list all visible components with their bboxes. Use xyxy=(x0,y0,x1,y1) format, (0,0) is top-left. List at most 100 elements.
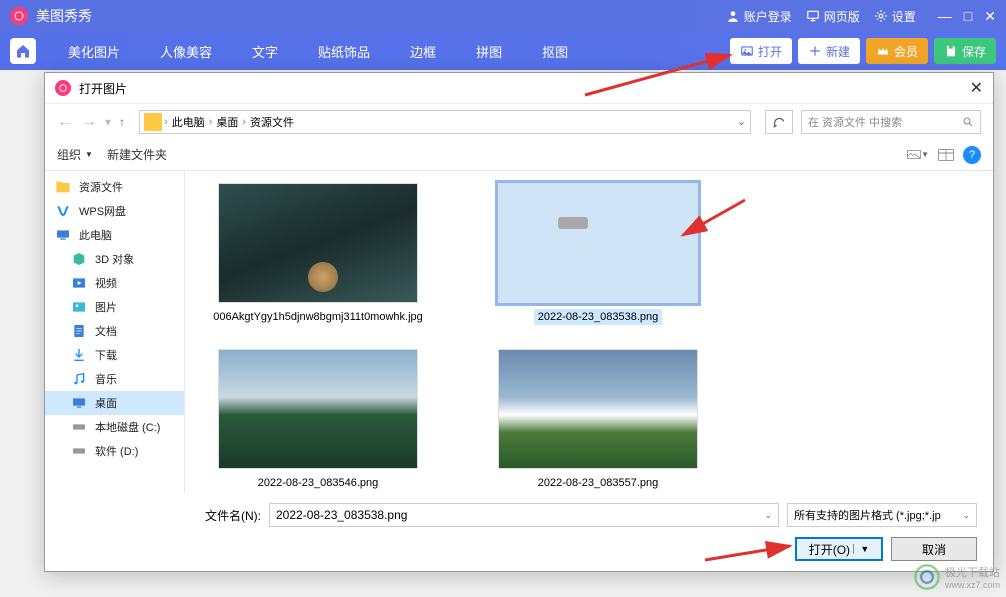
save-icon xyxy=(944,44,958,58)
sidebar-item-label: 下载 xyxy=(95,347,117,363)
image-icon xyxy=(740,44,754,58)
sidebar-item[interactable]: 桌面 xyxy=(45,391,184,415)
sidebar-item[interactable]: 软件 (D:) xyxy=(45,439,184,463)
disk-icon xyxy=(71,443,87,459)
sidebar-item-label: 文档 xyxy=(95,323,117,339)
sidebar-item[interactable]: 下载 xyxy=(45,343,184,367)
file-item[interactable]: 006AkgtYgy1h5djnw8bgmj311t0mowhk.jpg xyxy=(203,183,433,325)
sidebar-item-label: 软件 (D:) xyxy=(95,443,138,459)
file-item[interactable]: 2022-08-23_083538.png xyxy=(483,183,713,325)
file-name: 2022-08-23_083546.png xyxy=(254,475,383,491)
sidebar-item-label: 此电脑 xyxy=(79,227,112,243)
watermark-icon xyxy=(913,563,941,591)
save-button[interactable]: 保存 xyxy=(934,38,996,64)
sidebar-item-label: 图片 xyxy=(95,299,117,315)
sidebar-item-label: 视频 xyxy=(95,275,117,291)
tool-tabs: 美化图片 人像美容 文字 贴纸饰品 边框 拼图 抠图 xyxy=(48,32,730,70)
doc-icon xyxy=(71,323,87,339)
pc-icon xyxy=(55,227,71,243)
filetype-filter[interactable]: 所有支持的图片格式 (*.jpg;*.jp ⌄ xyxy=(787,503,977,527)
tab-beautify[interactable]: 美化图片 xyxy=(48,32,140,70)
web-button[interactable]: 网页版 xyxy=(806,8,860,25)
sidebar-item-label: 本地磁盘 (C:) xyxy=(95,419,160,435)
3d-icon xyxy=(71,251,87,267)
sidebar-item[interactable]: 音乐 xyxy=(45,367,184,391)
dialog-nav: ← → ▾ ↑ › 此电脑 › 桌面 › 资源文件 ⌄ 在 资源文件 中搜索 xyxy=(45,103,993,139)
sidebar-item-label: WPS网盘 xyxy=(79,203,126,219)
file-thumbnail xyxy=(218,183,418,303)
dialog-cancel-button[interactable]: 取消 xyxy=(891,537,977,561)
file-item[interactable]: 2022-08-23_083546.png xyxy=(203,349,433,491)
file-name: 006AkgtYgy1h5djnw8bgmj311t0mowhk.jpg xyxy=(209,309,427,325)
nav-back-button[interactable]: ← xyxy=(57,113,73,131)
desktop-icon xyxy=(71,395,87,411)
breadcrumb[interactable]: › 此电脑 › 桌面 › 资源文件 ⌄ xyxy=(139,110,751,134)
new-folder-button[interactable]: 新建文件夹 xyxy=(107,146,167,163)
login-button[interactable]: 账户登录 xyxy=(726,8,792,25)
tab-cutout[interactable]: 抠图 xyxy=(522,32,588,70)
view-thumbnails-button[interactable]: ▼ xyxy=(907,146,929,164)
tab-collage[interactable]: 拼图 xyxy=(456,32,522,70)
app-titlebar: 美图秀秀 账户登录 网页版 设置 — □ ✕ xyxy=(0,0,1006,32)
open-file-dialog: 打开图片 ✕ ← → ▾ ↑ › 此电脑 › 桌面 › 资源文件 ⌄ 在 资源文… xyxy=(44,72,994,572)
sidebar-item[interactable]: 3D 对象 xyxy=(45,247,184,271)
file-area: 006AkgtYgy1h5djnw8bgmj311t0mowhk.jpg 2022… xyxy=(185,171,993,493)
sidebar-item[interactable]: WPS网盘 xyxy=(45,199,184,223)
sidebar-item[interactable]: 本地磁盘 (C:) xyxy=(45,415,184,439)
maximize-button[interactable]: □ xyxy=(964,8,972,24)
file-name: 2022-08-23_083557.png xyxy=(534,475,663,491)
crown-icon xyxy=(876,44,890,58)
settings-button[interactable]: 设置 xyxy=(874,8,916,25)
nav-forward-button[interactable]: → xyxy=(81,113,97,131)
filename-label: 文件名(N): xyxy=(61,507,261,524)
tab-frame[interactable]: 边框 xyxy=(390,32,456,70)
sidebar-item[interactable]: 图片 xyxy=(45,295,184,319)
tab-portrait[interactable]: 人像美容 xyxy=(140,32,232,70)
sidebar-item[interactable]: 文档 xyxy=(45,319,184,343)
filename-input[interactable]: 2022-08-23_083538.png ⌄ xyxy=(269,503,779,527)
vip-button[interactable]: 会员 xyxy=(866,38,928,64)
download-icon xyxy=(71,347,87,363)
view-details-button[interactable] xyxy=(935,146,957,164)
open-button[interactable]: 打开 xyxy=(730,38,792,64)
breadcrumb-item[interactable]: 桌面 xyxy=(214,114,240,130)
chevron-down-icon[interactable]: ⌄ xyxy=(737,115,746,128)
app-logo xyxy=(10,7,28,25)
watermark: 极光下载站 www.xz7.com xyxy=(913,563,1000,591)
file-thumbnail xyxy=(498,183,698,303)
dialog-title: 打开图片 xyxy=(79,80,970,97)
file-thumbnail xyxy=(218,349,418,469)
refresh-icon xyxy=(772,115,786,129)
breadcrumb-item[interactable]: 此电脑 xyxy=(170,114,207,130)
nav-up-button[interactable]: ↑ xyxy=(119,115,125,129)
refresh-button[interactable] xyxy=(765,110,793,134)
sidebar: 资源文件 WPS网盘此电脑 3D 对象视频图片文档下载音乐桌面本地磁盘 (C:) 软件… xyxy=(45,171,185,493)
help-button[interactable]: ? xyxy=(963,146,981,164)
close-button[interactable]: ✕ xyxy=(984,8,996,25)
dialog-open-button[interactable]: 打开(O) ▼ xyxy=(795,537,883,561)
main-toolbar: 美化图片 人像美容 文字 贴纸饰品 边框 拼图 抠图 打开 新建 会员 保存 xyxy=(0,32,1006,70)
dialog-close-button[interactable]: ✕ xyxy=(970,78,983,98)
home-icon xyxy=(15,43,31,59)
wps-icon xyxy=(55,203,71,219)
search-icon xyxy=(962,116,974,128)
minimize-button[interactable]: — xyxy=(938,8,952,24)
sidebar-item[interactable]: 资源文件 xyxy=(45,175,184,199)
tab-sticker[interactable]: 贴纸饰品 xyxy=(298,32,390,70)
sidebar-item[interactable]: 视频 xyxy=(45,271,184,295)
disk-icon xyxy=(71,419,87,435)
organize-button[interactable]: 组织▼ xyxy=(57,146,93,163)
file-item[interactable]: 2022-08-23_083557.png xyxy=(483,349,713,491)
home-button[interactable] xyxy=(10,38,36,64)
sidebar-item-label: 音乐 xyxy=(95,371,117,387)
image-icon xyxy=(71,299,87,315)
tab-text[interactable]: 文字 xyxy=(232,32,298,70)
video-icon xyxy=(71,275,87,291)
sidebar-item-label: 桌面 xyxy=(95,395,117,411)
breadcrumb-item[interactable]: 资源文件 xyxy=(248,114,296,130)
new-button[interactable]: 新建 xyxy=(798,38,860,64)
sidebar-item[interactable]: 此电脑 xyxy=(45,223,184,247)
dialog-footer: 文件名(N): 2022-08-23_083538.png ⌄ 所有支持的图片格… xyxy=(45,493,993,571)
user-icon xyxy=(726,9,740,23)
search-input[interactable]: 在 资源文件 中搜索 xyxy=(801,110,981,134)
